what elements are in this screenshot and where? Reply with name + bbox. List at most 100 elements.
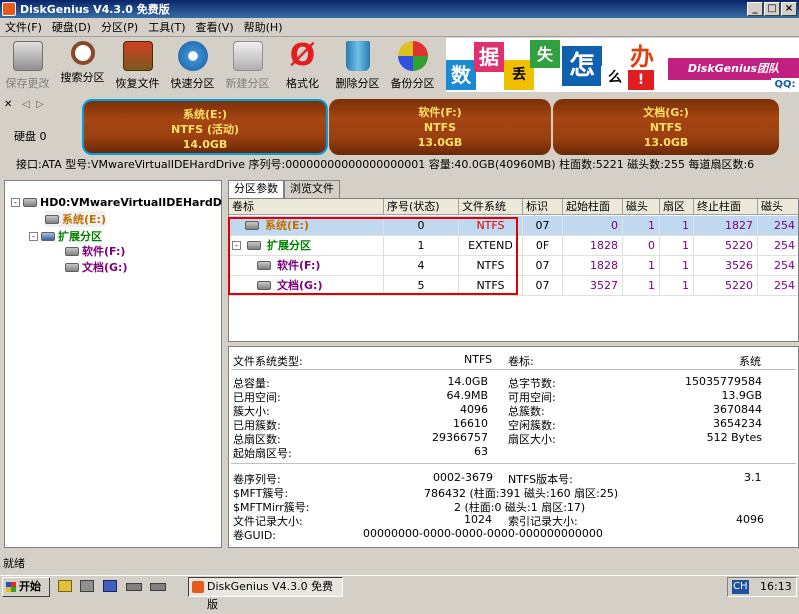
minimize-button[interactable]: _ [747, 2, 763, 16]
tab-strip: 分区参数 浏览文件 [228, 180, 340, 198]
tree-disk-node[interactable]: - HD0:VMwareVirtualIDEHardD [11, 196, 222, 209]
extended-partition-icon [41, 231, 55, 241]
table-cell[interactable]: 1827 [694, 216, 758, 236]
ad-banner[interactable]: 数 据 丢 失 怎 么 办 ! DiskGenius团队 QQ: [446, 38, 799, 92]
table-cell[interactable]: 1 [623, 256, 660, 276]
menu-view[interactable]: 查看(V) [191, 19, 239, 36]
start-button[interactable]: 开始 [2, 577, 50, 597]
save-disk-icon[interactable] [103, 580, 117, 592]
table-cell[interactable]: 1 [660, 256, 694, 276]
detail-value: 0002-3679 [433, 471, 493, 484]
detail-value: 4096 [736, 513, 764, 526]
panel-close-icon[interactable]: ✕ [4, 99, 12, 110]
table-cell[interactable]: 1 [660, 216, 694, 236]
menu-tools[interactable]: 工具(T) [143, 19, 190, 36]
table-cell[interactable]: 5220 [694, 236, 758, 256]
col-header[interactable]: 文件系统 [459, 199, 523, 215]
disk-info-bar: 接口:ATA 型号:VMwareVirtualIDEHardDrive 序列号:… [0, 156, 799, 173]
prev-disk-icon[interactable]: ◁ [22, 99, 30, 110]
table-cell[interactable]: 1 [623, 216, 660, 236]
search-partition-button[interactable]: 搜索分区 [55, 37, 110, 93]
col-header[interactable]: 磁头 [758, 199, 798, 215]
tab-browse-files[interactable]: 浏览文件 [284, 180, 340, 198]
tree-partition-f[interactable]: 软件(F:) [65, 243, 125, 259]
partition-block-f[interactable]: 软件(F:) NTFS 13.0GB [329, 99, 551, 155]
maximize-button[interactable]: □ [764, 2, 780, 16]
table-cell[interactable]: 1 [623, 276, 660, 296]
drive-icon[interactable] [150, 583, 166, 591]
folder-icon[interactable] [58, 580, 72, 592]
detail-value: 512 Bytes [706, 431, 762, 444]
tree-partition-e[interactable]: 系统(E:) [45, 211, 106, 227]
table-cell[interactable]: 07 [523, 256, 563, 276]
table-cell[interactable]: 1 [660, 236, 694, 256]
new-partition-button[interactable]: 新建分区 [220, 37, 275, 93]
delete-partition-button[interactable]: 删除分区 [330, 37, 385, 93]
partition-size: 14.0GB [182, 138, 228, 151]
table-cell[interactable]: 254 [758, 216, 798, 236]
table-cell[interactable]: 1828 [563, 236, 623, 256]
detail-value: 13.9GB [721, 389, 762, 402]
table-cell[interactable]: 3527 [563, 276, 623, 296]
format-button[interactable]: Ø 格式化 [275, 37, 330, 93]
clock[interactable]: 16:13 [760, 578, 792, 596]
menu-disk[interactable]: 硬盘(D) [47, 19, 96, 36]
partition-size: 13.0GB [643, 136, 689, 149]
table-cell[interactable]: 1 [660, 276, 694, 296]
taskbar-app-diskgenius[interactable]: DiskGenius V4.3.0 免费版 [188, 577, 343, 611]
detail-value: 16610 [453, 417, 488, 430]
col-header[interactable]: 终止柱面 [694, 199, 758, 215]
detail-label: 卷标: [508, 355, 534, 368]
menu-file[interactable]: 文件(F) [0, 19, 47, 36]
partition-block-e[interactable]: 系统(E:) NTFS (活动) 14.0GB [82, 99, 328, 155]
recover-files-button[interactable]: 恢复文件 [110, 37, 165, 93]
tree-partition-g[interactable]: 文档(G:) [65, 259, 127, 275]
banner-char: 怎 [562, 46, 602, 86]
tree-item-label: 软件(F:) [82, 245, 126, 258]
backup-icon [397, 41, 428, 71]
table-cell[interactable]: 5220 [694, 276, 758, 296]
tree-root-label: HD0:VMwareVirtualIDEHardD [40, 196, 222, 209]
backup-partition-button[interactable]: 备份分区 [385, 37, 440, 93]
menu-help[interactable]: 帮助(H) [239, 19, 288, 36]
collapse-icon[interactable]: - [11, 198, 20, 207]
tree-extended-partition[interactable]: - 扩展分区 [29, 228, 102, 244]
partition-block-g[interactable]: 文档(G:) NTFS 13.0GB [553, 99, 779, 155]
ime-indicator[interactable]: CH [732, 580, 749, 594]
partition-fs: NTFS (活动) [170, 123, 240, 136]
table-cell[interactable]: 0F [523, 236, 563, 256]
tab-partition-params[interactable]: 分区参数 [228, 180, 284, 198]
table-cell[interactable]: 1828 [563, 256, 623, 276]
save-changes-button[interactable]: 保存更改 [0, 37, 55, 93]
col-header[interactable]: 磁头 [623, 199, 660, 215]
toolbar: 保存更改 搜索分区 恢复文件 快速分区 新建分区 Ø 格式化 删除分区 备份分区 [0, 37, 440, 93]
quick-partition-button[interactable]: 快速分区 [165, 37, 220, 93]
col-header[interactable]: 序号(状态) [384, 199, 459, 215]
computer-icon[interactable] [80, 580, 94, 592]
next-disk-icon[interactable]: ▷ [36, 99, 44, 110]
status-bar: 就绪 [0, 554, 799, 574]
table-cell[interactable]: 254 [758, 256, 798, 276]
collapse-icon[interactable]: - [29, 231, 38, 241]
table-cell[interactable]: 07 [523, 216, 563, 236]
table-cell[interactable]: 3526 [694, 256, 758, 276]
tree-item-label: 扩展分区 [58, 230, 102, 243]
col-header[interactable]: 卷标 [229, 199, 384, 215]
table-cell[interactable]: 254 [758, 236, 798, 256]
col-header[interactable]: 起始柱面 [563, 199, 623, 215]
detail-value: 00000000-0000-0000-0000-000000000000 [363, 527, 603, 540]
close-button[interactable]: × [781, 2, 797, 16]
partition-details: 文件系统类型: NTFS 卷标: 系统 总容量: 14.0GB 已用空间: 64.9M… [228, 346, 799, 548]
start-label: 开始 [19, 580, 41, 593]
table-cell[interactable]: 07 [523, 276, 563, 296]
table-cell[interactable]: 254 [758, 276, 798, 296]
drive-icon[interactable] [126, 583, 142, 591]
table-cell[interactable]: 0 [563, 216, 623, 236]
col-header[interactable]: 扇区 [660, 199, 694, 215]
windows-logo-icon [6, 582, 16, 592]
detail-value: 4096 [460, 403, 488, 416]
app-icon [2, 2, 16, 16]
col-header[interactable]: 标识 [523, 199, 563, 215]
table-cell[interactable]: 0 [623, 236, 660, 256]
menu-partition[interactable]: 分区(P) [96, 19, 143, 36]
